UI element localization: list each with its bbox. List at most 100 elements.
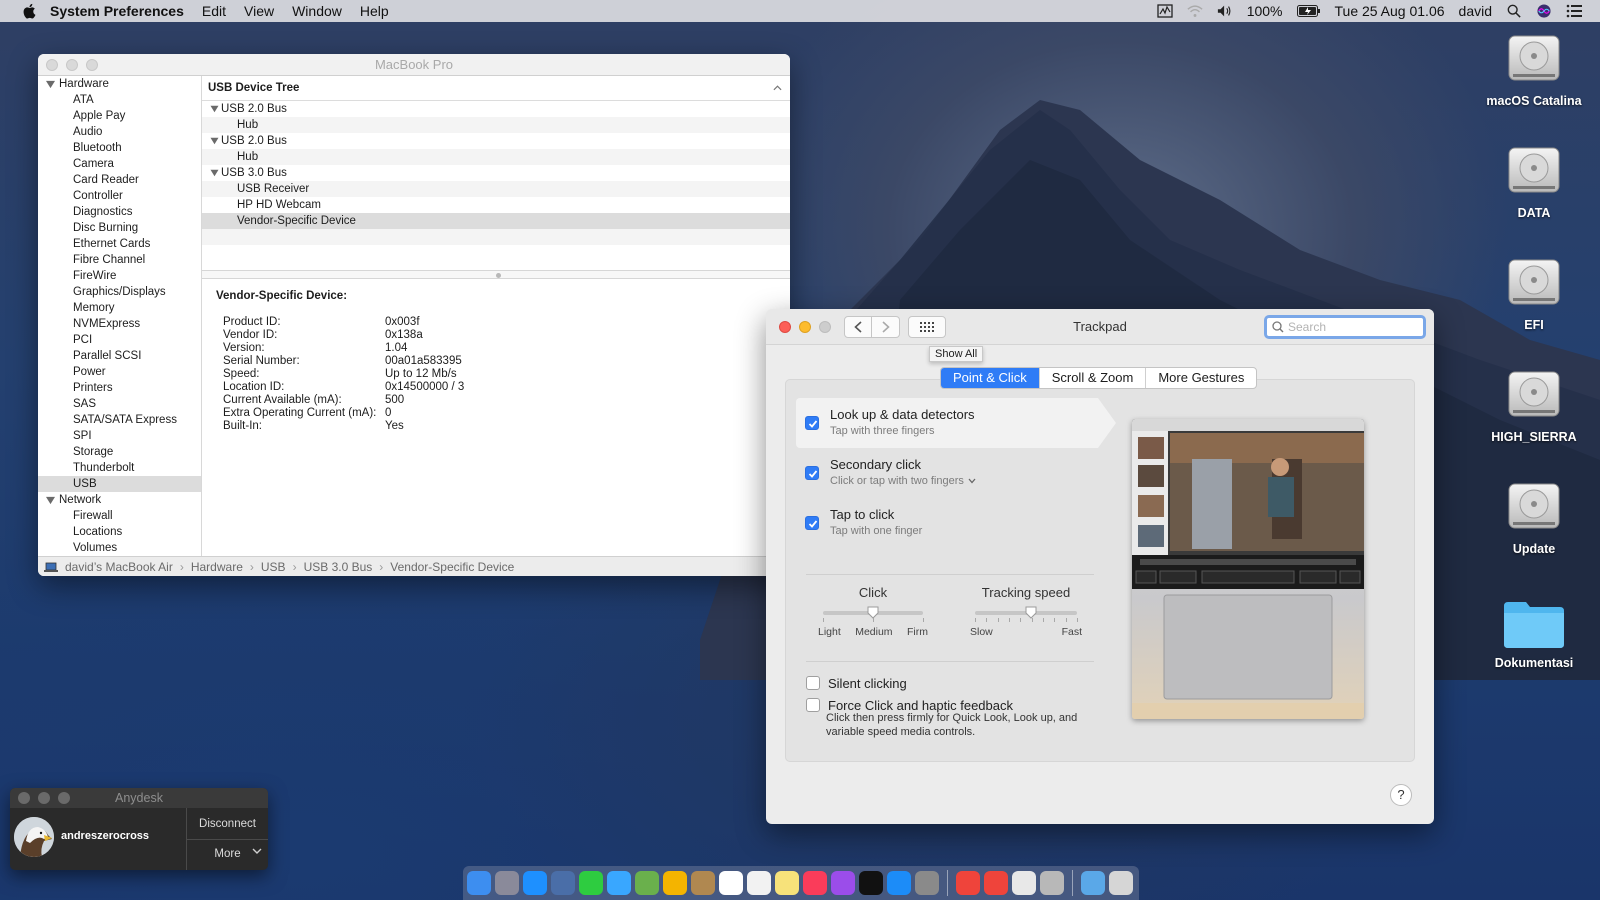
sidebar-item-fibre-channel[interactable]: Fibre Channel — [38, 252, 201, 268]
dock-finder-icon[interactable] — [467, 871, 491, 895]
sidebar-item-usb[interactable]: USB — [38, 476, 201, 492]
sidebar-item-apple-pay[interactable]: Apple Pay — [38, 108, 201, 124]
search-input[interactable] — [1288, 320, 1418, 334]
sidebar-item-disc-burning[interactable]: Disc Burning — [38, 220, 201, 236]
wifi-icon[interactable] — [1187, 4, 1203, 18]
breadcrumb-item[interactable]: Vendor-Specific Device — [390, 560, 514, 574]
usb-device-row[interactable]: USB Receiver — [202, 181, 790, 197]
dock-automator-icon[interactable] — [1040, 871, 1064, 895]
menu-edit[interactable]: Edit — [202, 3, 226, 19]
look-up-checkbox[interactable] — [805, 416, 819, 430]
sidebar-item-ata[interactable]: ATA — [38, 92, 201, 108]
tab-more-gestures[interactable]: More Gestures — [1146, 368, 1256, 388]
tap-to-click-checkbox[interactable] — [805, 516, 819, 530]
dock-photos-icon[interactable] — [663, 871, 687, 895]
notification-center-icon[interactable] — [1566, 4, 1582, 18]
sysinfo-minimize-button[interactable] — [66, 59, 78, 71]
sidebar-item-printers[interactable]: Printers — [38, 380, 201, 396]
sidebar-item-audio[interactable]: Audio — [38, 124, 201, 140]
anydesk-zoom-button[interactable] — [58, 792, 70, 804]
desktop-icon-update[interactable]: Update — [1484, 478, 1584, 556]
sidebar-item-ethernet-cards[interactable]: Ethernet Cards — [38, 236, 201, 252]
disclosure-triangle-icon[interactable] — [46, 496, 55, 505]
battery-icon[interactable] — [1296, 4, 1321, 18]
dock-anydesk-alt-icon[interactable] — [984, 871, 1008, 895]
sidebar-item-memory[interactable]: Memory — [38, 300, 201, 316]
option-tap-to-click[interactable]: Tap to click Tap with one finger — [796, 498, 1098, 548]
click-slider-track[interactable] — [823, 606, 923, 619]
breadcrumb-item[interactable]: Hardware — [191, 560, 243, 574]
dock-safari-icon[interactable] — [523, 871, 547, 895]
dock-maps-icon[interactable] — [635, 871, 659, 895]
menu-clock[interactable]: Tue 25 Aug 01.06 — [1335, 3, 1445, 19]
tab-point-click[interactable]: Point & Click — [941, 368, 1040, 388]
desktop-icon-data[interactable]: DATA — [1484, 142, 1584, 220]
sidebar-item-volumes[interactable]: Volumes — [38, 540, 201, 556]
chevron-up-icon[interactable] — [773, 85, 782, 91]
search-field[interactable] — [1264, 315, 1426, 339]
menu-user[interactable]: david — [1459, 3, 1492, 19]
menu-app-name[interactable]: System Preferences — [50, 3, 184, 19]
sidebar-item-sata-sata-express[interactable]: SATA/SATA Express — [38, 412, 201, 428]
sidebar-item-firewire[interactable]: FireWire — [38, 268, 201, 284]
dock-preview-icon[interactable] — [551, 871, 575, 895]
desktop-icon-efi[interactable]: EFI — [1484, 254, 1584, 332]
battery-percent[interactable]: 100% — [1247, 3, 1283, 19]
dock-anydesk-icon[interactable] — [956, 871, 980, 895]
dock-calendar-icon[interactable] — [719, 871, 743, 895]
menu-help[interactable]: Help — [360, 3, 389, 19]
usb-bus-row[interactable]: USB 2.0 Bus — [202, 133, 790, 149]
volume-icon[interactable] — [1217, 4, 1233, 18]
usb-device-row[interactable]: Hub — [202, 149, 790, 165]
sidebar-item-spi[interactable]: SPI — [38, 428, 201, 444]
usb-tree-header[interactable]: USB Device Tree — [202, 76, 790, 101]
speed-slider-track[interactable] — [975, 606, 1077, 619]
anydesk-close-button[interactable] — [18, 792, 30, 804]
tab-scroll-zoom[interactable]: Scroll & Zoom — [1040, 368, 1147, 388]
sidebar-item-nvmexpress[interactable]: NVMExpress — [38, 316, 201, 332]
chevron-down-icon[interactable] — [252, 848, 262, 855]
sidebar-item-parallel-scsi[interactable]: Parallel SCSI — [38, 348, 201, 364]
sidebar-item-card-reader[interactable]: Card Reader — [38, 172, 201, 188]
dock-system-preferences-icon[interactable] — [915, 871, 939, 895]
dock-facetime-icon[interactable] — [579, 871, 603, 895]
sidebar-item-controller[interactable]: Controller — [38, 188, 201, 204]
desktop-icon-dokumentasi[interactable]: Dokumentasi — [1484, 598, 1584, 670]
usb-device-row[interactable]: HP HD Webcam — [202, 197, 790, 213]
sidebar-item-firewall[interactable]: Firewall — [38, 508, 201, 524]
dock-trash-icon[interactable] — [1109, 871, 1133, 895]
dock-messages-icon[interactable] — [607, 871, 631, 895]
secondary-click-dropdown[interactable]: Click or tap with two fingers — [830, 475, 976, 487]
sidebar-item-pci[interactable]: PCI — [38, 332, 201, 348]
dock-app-store-icon[interactable] — [887, 871, 911, 895]
disclosure-triangle-icon[interactable] — [210, 105, 219, 113]
sidebar-item-bluetooth[interactable]: Bluetooth — [38, 140, 201, 156]
secondary-click-checkbox[interactable] — [805, 466, 819, 480]
dock-downloads-icon[interactable] — [1081, 871, 1105, 895]
usb-device-row[interactable]: Vendor-Specific Device — [202, 213, 790, 229]
sidebar-item-power[interactable]: Power — [38, 364, 201, 380]
dock-textedit-icon[interactable] — [1012, 871, 1036, 895]
sidebar-item-graphics-displays[interactable]: Graphics/Displays — [38, 284, 201, 300]
split-view-handle[interactable] — [202, 270, 790, 279]
usb-device-row[interactable]: Hub — [202, 117, 790, 133]
sidebar-group-network[interactable]: Network — [38, 492, 201, 508]
sidebar-item-storage[interactable]: Storage — [38, 444, 201, 460]
silent-clicking-checkbox[interactable] — [806, 676, 820, 690]
activity-monitor-icon[interactable] — [1157, 4, 1173, 18]
option-look-up[interactable]: Look up & data detectors Tap with three … — [796, 398, 1116, 448]
dock-launchpad-icon[interactable] — [495, 871, 519, 895]
sidebar-item-thunderbolt[interactable]: Thunderbolt — [38, 460, 201, 476]
menu-window[interactable]: Window — [292, 3, 342, 19]
menu-view[interactable]: View — [244, 3, 274, 19]
usb-bus-row[interactable]: USB 3.0 Bus — [202, 165, 790, 181]
disclosure-triangle-icon[interactable] — [46, 80, 55, 89]
dock-notes-icon[interactable] — [775, 871, 799, 895]
force-click-checkbox[interactable] — [806, 698, 820, 712]
option-silent-clicking[interactable]: Silent clicking — [806, 676, 907, 691]
breadcrumb-item[interactable]: david’s MacBook Air — [65, 560, 173, 574]
desktop-icon-macos-catalina[interactable]: macOS Catalina — [1484, 30, 1584, 108]
tracking-speed-slider[interactable]: Tracking speed Slow Fast — [970, 585, 1082, 638]
sysinfo-titlebar[interactable]: MacBook Pro — [38, 54, 790, 76]
sidebar-item-locations[interactable]: Locations — [38, 524, 201, 540]
